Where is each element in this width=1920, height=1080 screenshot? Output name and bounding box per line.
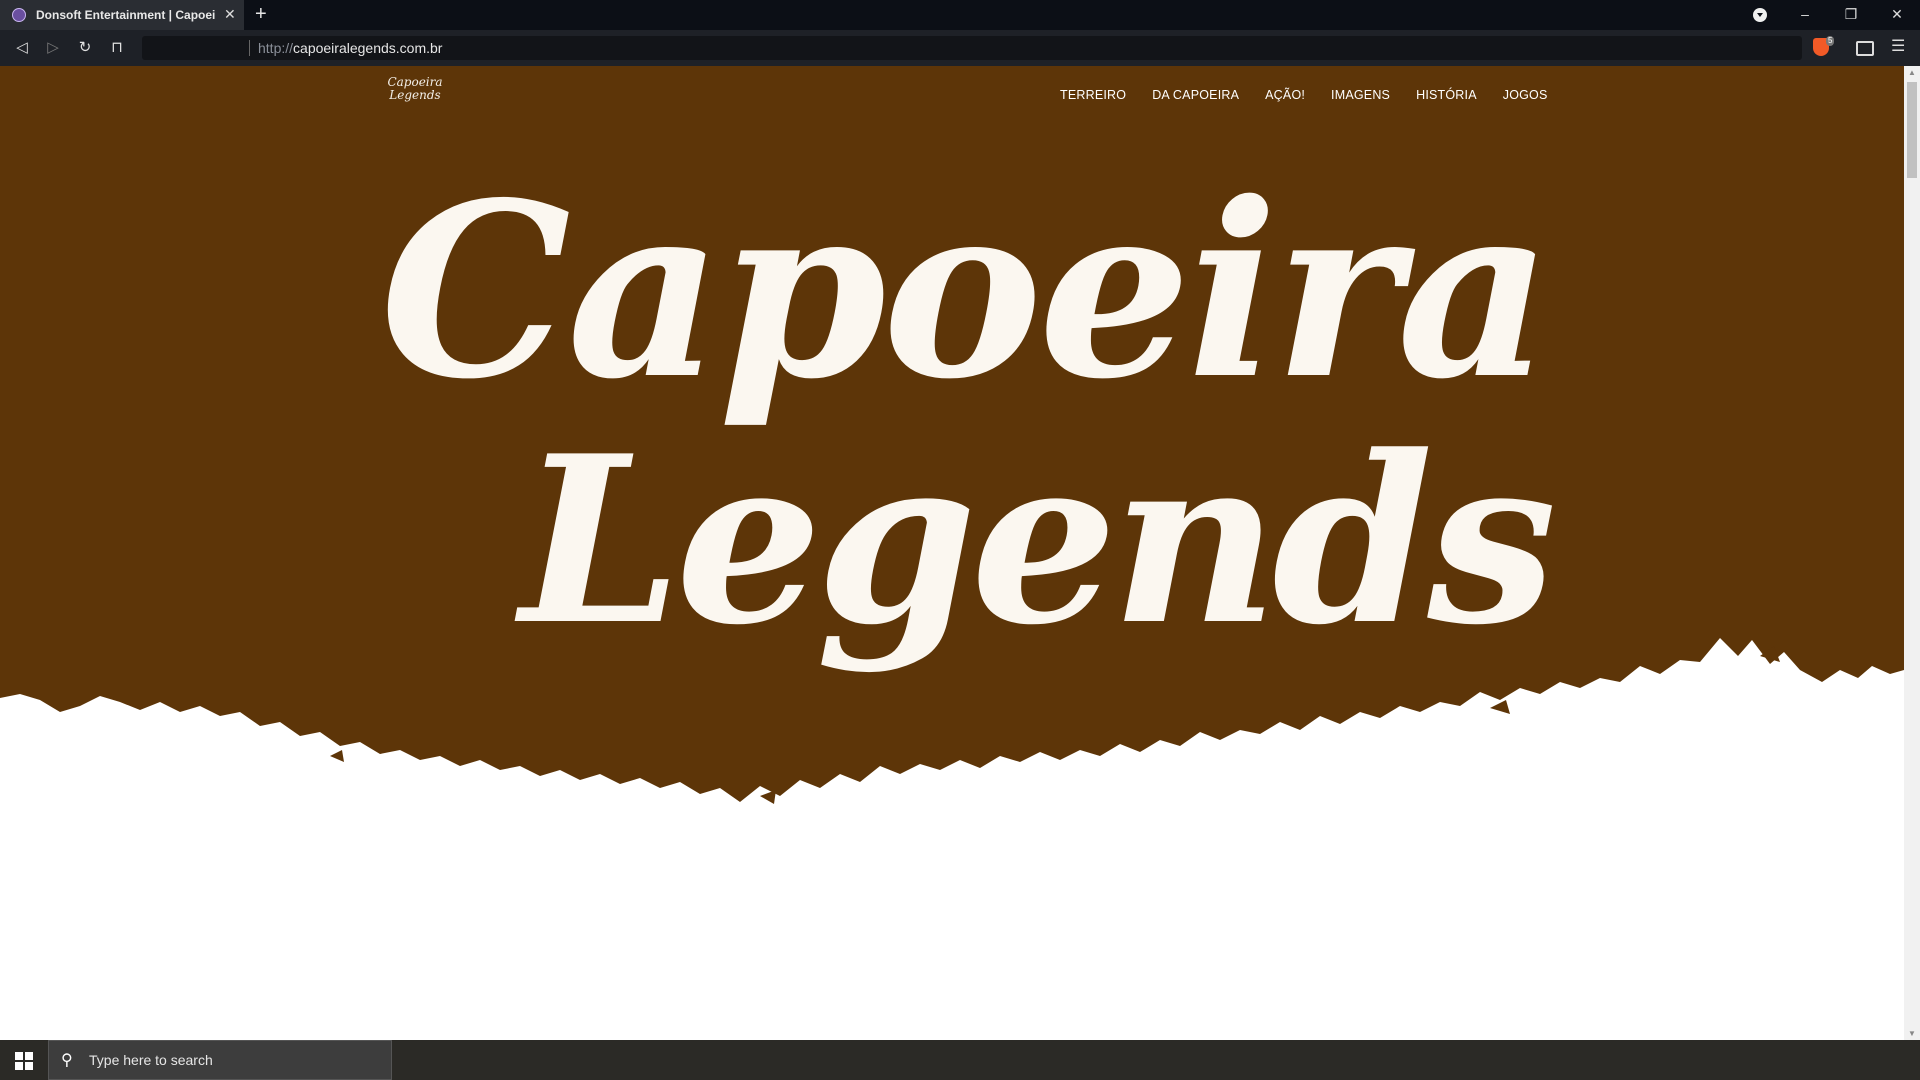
bookmark-icon[interactable]: ⊓ (107, 39, 127, 57)
toolbar: ◁ ▷ ↻ ⊓ http://capoeiralegends.com.br (0, 30, 1920, 66)
url-separator (249, 40, 250, 56)
address-bar[interactable]: http://capoeiralegends.com.br (142, 36, 1802, 60)
wallet-icon[interactable] (1856, 41, 1874, 56)
scroll-thumb[interactable] (1907, 82, 1917, 178)
hero-section: Capoeira Legends TERREIRO DA CAPOEIRA AÇ… (0, 66, 1904, 806)
nav-item-acao[interactable]: AÇÃO! (1265, 88, 1305, 102)
url-text[interactable]: http://capoeiralegends.com.br (258, 40, 442, 56)
tab-bar: Donsoft Entertainment | Capoeira Legends… (0, 0, 1920, 30)
menu-icon[interactable]: ☰ (1891, 36, 1905, 56)
nav-item-historia[interactable]: HISTÓRIA (1416, 88, 1477, 102)
nav-item-da-capoeira[interactable]: DA CAPOEIRA (1152, 88, 1239, 102)
browser-tab[interactable]: Donsoft Entertainment | Capoeira Legends… (0, 0, 244, 30)
forward-icon[interactable]: ▷ (43, 39, 63, 57)
site-logo[interactable]: Capoeira Legends (375, 76, 455, 112)
nav-item-jogos[interactable]: JOGOS (1503, 88, 1548, 102)
nav-item-imagens[interactable]: IMAGENS (1331, 88, 1390, 102)
new-tab-button[interactable]: + (255, 3, 267, 25)
scroll-down-icon[interactable]: ▼ (1904, 1029, 1920, 1038)
search-icon: ⚲ (61, 1052, 73, 1069)
page-scrollbar[interactable]: ▲ ▼ (1904, 66, 1920, 1040)
hero-title: Capoeira Legends (380, 161, 1680, 821)
hero-title-line2: Legends (520, 406, 1557, 676)
windows-taskbar: ⚲ Type here to search (0, 1040, 1920, 1080)
reload-icon[interactable]: ↻ (75, 39, 95, 57)
start-button[interactable] (0, 1040, 48, 1080)
back-icon[interactable]: ◁ (12, 39, 32, 57)
main-nav: TERREIRO DA CAPOEIRA AÇÃO! IMAGENS HISTÓ… (1060, 88, 1574, 102)
scroll-up-icon[interactable]: ▲ (1904, 68, 1920, 77)
search-placeholder: Type here to search (89, 1052, 213, 1068)
hero-title-line1: Capoeira (380, 150, 1552, 432)
close-window-button[interactable]: ✕ (1882, 4, 1912, 24)
web-page: Capoeira Legends TERREIRO DA CAPOEIRA AÇ… (0, 66, 1904, 1040)
close-tab-icon[interactable]: ✕ (224, 5, 236, 23)
minimize-button[interactable]: – (1790, 4, 1820, 24)
nav-item-terreiro[interactable]: TERREIRO (1060, 88, 1126, 102)
taskbar-search[interactable]: ⚲ Type here to search (48, 1040, 392, 1080)
favicon-icon (12, 8, 26, 22)
windows-logo-icon (15, 1052, 23, 1060)
restore-button[interactable]: ❐ (1836, 4, 1866, 24)
tab-title: Donsoft Entertainment | Capoeira Legends (36, 8, 216, 22)
vpn-icon[interactable] (1753, 8, 1767, 22)
